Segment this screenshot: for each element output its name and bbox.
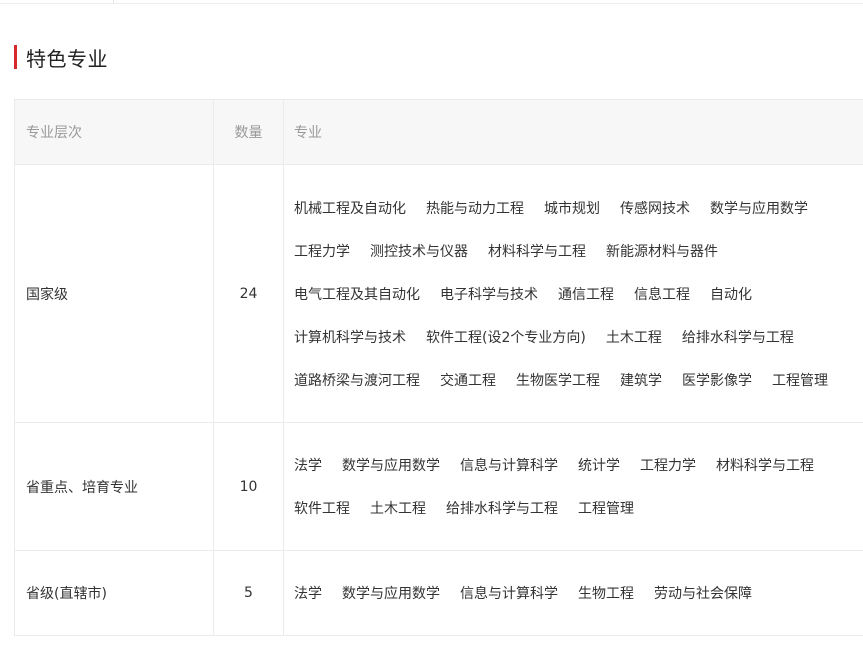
major-item: 工程管理 [772, 372, 828, 389]
row-majors: 法学 数学与应用数学 信息与计算科学 生物工程 劳动与社会保障 [284, 551, 863, 635]
major-item: 数学与应用数学 [342, 586, 440, 602]
major-item: 热能与动力工程 [426, 200, 524, 217]
row-count: 5 [214, 551, 284, 635]
major-line: 软件工程 土木工程 给排水科学与工程 工程管理 [294, 487, 834, 530]
major-item: 工程力学 [294, 243, 350, 260]
major-line: 机械工程及自动化 热能与动力工程 城市规划 传感网技术 数学与应用数学 [294, 186, 848, 229]
section-title: 特色专业 [14, 44, 108, 71]
major-item: 法学 [294, 458, 322, 474]
major-line: 计算机科学与技术 软件工程(设2个专业方向) 土木工程 给排水科学与工程 [294, 315, 848, 358]
row-level: 省级(直辖市) [14, 551, 214, 635]
major-line: 电气工程及其自动化 电子科学与技术 通信工程 信息工程 自动化 [294, 272, 848, 315]
row-level: 国家级 [14, 165, 214, 422]
major-item: 统计学 [578, 458, 620, 474]
major-item: 计算机科学与技术 [294, 329, 406, 346]
major-item: 给排水科学与工程 [446, 501, 558, 517]
row-count: 10 [214, 423, 284, 550]
table-row: 省重点、培育专业 10 法学 数学与应用数学 信息与计算科学 统计学 工程力学 材料科学与… [14, 423, 863, 551]
major-line: 法学 数学与应用数学 信息与计算科学 统计学 工程力学 材料科学与工程 [294, 444, 834, 487]
major-item: 土木工程 [370, 501, 426, 517]
header-count: 数量 [214, 100, 284, 164]
major-list: 机械工程及自动化 热能与动力工程 城市规划 传感网技术 数学与应用数学工程力学 测控技术与… [294, 186, 848, 401]
major-line: 法学 数学与应用数学 信息与计算科学 生物工程 劳动与社会保障 [294, 572, 772, 615]
major-list: 法学 数学与应用数学 信息与计算科学 生物工程 劳动与社会保障 [294, 572, 772, 615]
major-item: 自动化 [710, 286, 752, 303]
major-item: 土木工程 [605, 329, 662, 346]
major-item: 生物工程 [578, 586, 634, 602]
top-tab-strip [0, 0, 863, 4]
major-item: 生物医学工程 [516, 372, 600, 389]
major-item: 工程力学 [640, 458, 696, 474]
major-item: 数学与应用数学 [710, 200, 808, 217]
title-accent-bar [14, 45, 17, 69]
table-row: 省级(直辖市) 5 法学 数学与应用数学 信息与计算科学 生物工程 劳动与社会保障 [14, 551, 863, 636]
major-item: 软件工程(设2个专业方向) [426, 329, 586, 346]
major-item: 道路桥梁与渡河工程 [294, 372, 420, 389]
major-item: 工程管理 [578, 501, 634, 517]
table-row: 国家级 24 机械工程及自动化 热能与动力工程 城市规划 传感网技术 数学与应用数学工程… [14, 165, 863, 423]
major-line: 工程力学 测控技术与仪器 材料科学与工程 新能源材料与器件 [294, 229, 848, 272]
table-header-row: 专业层次 数量 专业 [14, 100, 863, 165]
majors-table: 专业层次 数量 专业 国家级 24 机械工程及自动化 热能与动力工程 城市规划 传感网… [14, 99, 863, 636]
major-item: 电气工程及其自动化 [294, 286, 420, 303]
row-majors: 法学 数学与应用数学 信息与计算科学 统计学 工程力学 材料科学与工程软件工程 土木工程 给排… [284, 423, 863, 550]
row-count: 24 [214, 165, 284, 422]
major-item: 机械工程及自动化 [294, 200, 406, 217]
major-item: 法学 [294, 586, 322, 602]
major-item: 材料科学与工程 [716, 458, 814, 474]
major-list: 法学 数学与应用数学 信息与计算科学 统计学 工程力学 材料科学与工程软件工程 土木工程 给排… [294, 444, 834, 530]
major-item: 新能源材料与器件 [606, 243, 718, 260]
tab-divider [113, 0, 114, 3]
header-majors: 专业 [294, 125, 322, 141]
major-item: 数学与应用数学 [342, 458, 440, 474]
major-item: 建筑学 [620, 372, 662, 389]
major-item: 信息与计算科学 [460, 458, 558, 474]
major-item: 通信工程 [558, 286, 614, 303]
major-item: 劳动与社会保障 [654, 586, 752, 602]
row-level: 省重点、培育专业 [14, 423, 214, 550]
major-item: 城市规划 [544, 200, 600, 217]
major-item: 传感网技术 [620, 200, 690, 217]
row-majors: 机械工程及自动化 热能与动力工程 城市规划 传感网技术 数学与应用数学工程力学 测控技术与… [284, 165, 863, 422]
major-item: 软件工程 [294, 501, 350, 517]
major-item: 给排水科学与工程 [681, 329, 794, 346]
major-item: 信息与计算科学 [460, 586, 558, 602]
major-item: 信息工程 [634, 286, 690, 303]
major-line: 道路桥梁与渡河工程 交通工程 生物医学工程 建筑学 医学影像学 工程管理 [294, 358, 848, 401]
major-item: 测控技术与仪器 [370, 243, 468, 260]
major-item: 电子科学与技术 [440, 286, 538, 303]
header-level: 专业层次 [14, 100, 214, 164]
major-item: 交通工程 [440, 372, 496, 389]
section-title-text: 特色专业 [26, 46, 108, 71]
major-item: 医学影像学 [682, 372, 752, 389]
major-item: 材料科学与工程 [488, 243, 586, 260]
